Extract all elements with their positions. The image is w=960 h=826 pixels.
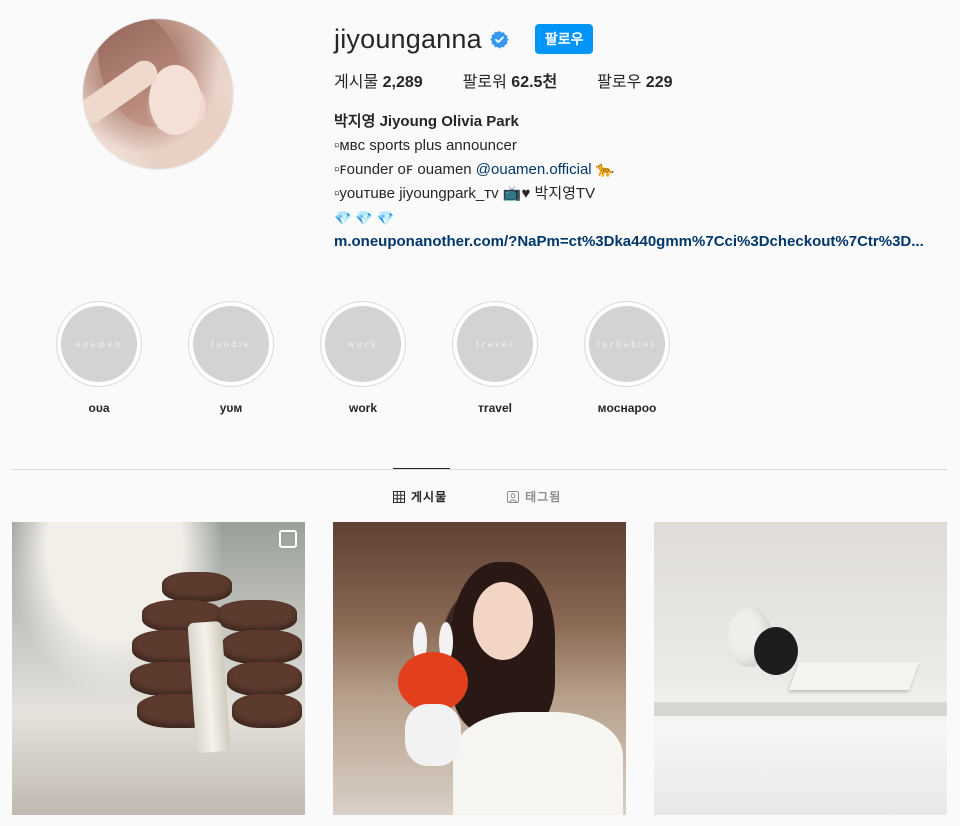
highlight-item[interactable]: work work	[320, 301, 406, 415]
stat-label: 팔로우	[597, 74, 642, 91]
profile-tabs: 게시물 태그됨	[393, 488, 621, 505]
mention-link[interactable]: @ouamen.official	[476, 161, 592, 178]
follow-button[interactable]: 팔로우	[534, 24, 594, 54]
post-thumbnail[interactable]	[333, 522, 626, 815]
multiple-photos-icon	[279, 530, 297, 548]
gem-emojis: 💎 💎 💎	[334, 210, 395, 226]
tagged-icon	[507, 490, 520, 503]
highlight-ring: furbabies	[584, 301, 670, 387]
profile-stats: 게시물 2,289 팔로워 62.5천 팔로우 229	[334, 68, 713, 92]
username: jiyounganna	[334, 23, 482, 54]
highlight-label: work	[348, 401, 377, 415]
highlight-ring: work	[320, 301, 406, 387]
verified-badge-icon	[490, 30, 509, 49]
grid-icon	[393, 490, 405, 503]
highlight-item[interactable]: travel ᴛravel	[452, 301, 538, 415]
highlight-cover: foodie	[193, 306, 269, 382]
highlight-item[interactable]: furbabies ᴍocнapoo	[584, 301, 670, 415]
stat-label: 게시물	[334, 74, 379, 91]
highlight-item[interactable]: foodie yᴜᴍ	[188, 301, 274, 415]
bio-line: ▫youᴛuʙe jiyoungpark_ᴛv 📺♥ 박지영TV	[334, 185, 596, 202]
tabs-divider	[12, 469, 947, 470]
highlight-label: yᴜᴍ	[219, 401, 243, 415]
highlight-label: ᴍocнapoo	[597, 401, 657, 415]
bio-line: ▫ᴍʙᴄ sports plus announcer	[334, 137, 517, 154]
stat-followers[interactable]: 팔로워 62.5천	[463, 68, 558, 92]
highlight-label: ᴛravel	[478, 401, 512, 415]
highlight-ring: ouamen	[56, 301, 142, 387]
highlight-label: oᴜa	[88, 401, 110, 415]
highlight-cover: work	[325, 306, 401, 382]
stat-following[interactable]: 팔로우 229	[597, 68, 672, 92]
tab-label: 게시물	[411, 490, 448, 504]
highlight-item[interactable]: ouamen oᴜa	[56, 301, 142, 415]
post-thumbnail[interactable]	[12, 522, 305, 815]
highlight-ring: travel	[452, 301, 538, 387]
full-name: 박지영 Jiyoung Olivia Park	[334, 113, 519, 130]
profile-bio: 박지영 Jiyoung Olivia Park ▫ᴍʙᴄ sports plus…	[334, 110, 954, 254]
highlight-cover: furbabies	[589, 306, 665, 382]
bio-line: ▫ꜰounder oꜰ ouamen @ouamen.official 🐆	[334, 158, 954, 182]
profile-link[interactable]: m.oneuponanother.com/?NaPm=ct%3Dka440gmm…	[334, 230, 944, 254]
highlight-ring: foodie	[188, 301, 274, 387]
leopard-emoji: 🐆	[595, 161, 615, 178]
story-highlights: ouamen oᴜa foodie yᴜᴍ work work travel ᴛ…	[56, 301, 716, 415]
tab-tagged[interactable]: 태그됨	[507, 488, 561, 505]
stat-posts: 게시물 2,289	[334, 68, 423, 92]
stat-value: 2,289	[382, 74, 423, 91]
stat-value: 229	[645, 74, 673, 91]
stat-value: 62.5천	[511, 74, 558, 91]
tab-label: 태그됨	[525, 490, 562, 504]
active-tab-indicator	[393, 468, 450, 469]
profile-avatar[interactable]	[83, 19, 233, 169]
stat-label: 팔로워	[462, 74, 507, 91]
username-row: jiyounganna 팔로우	[334, 22, 594, 56]
highlight-cover: ouamen	[61, 306, 137, 382]
highlight-cover: travel	[457, 306, 533, 382]
post-thumbnail[interactable]	[654, 522, 947, 815]
tab-posts[interactable]: 게시물	[393, 488, 447, 505]
bio-line-text: ▫ꜰounder oꜰ ouamen	[334, 161, 476, 178]
